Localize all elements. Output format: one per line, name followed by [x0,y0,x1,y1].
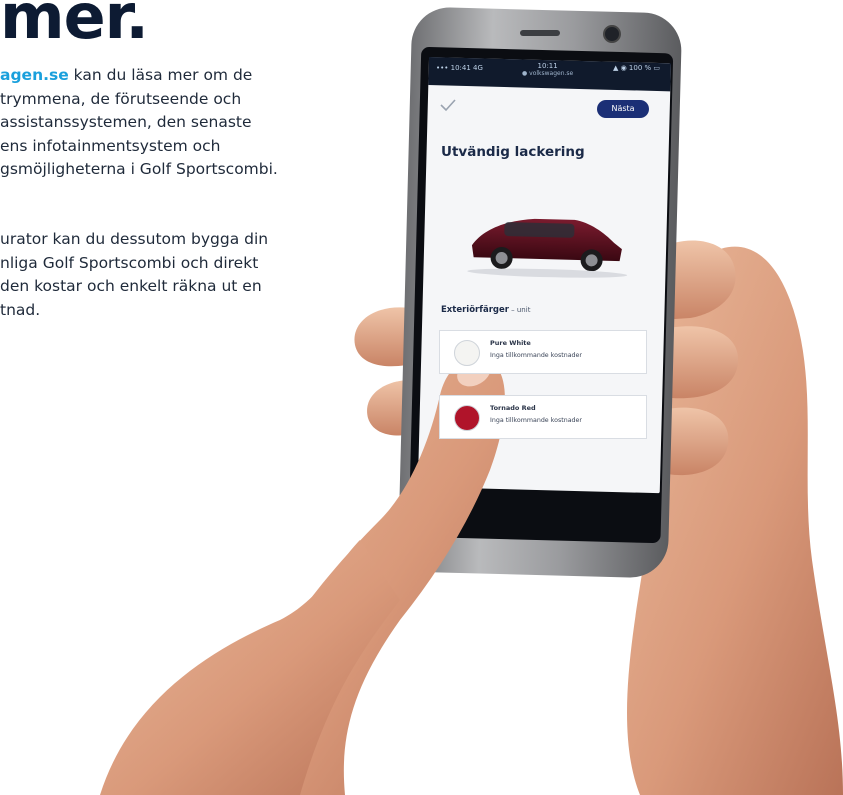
status-time: 10:11 [537,62,558,70]
battery-icon: ▲ ◉ 100 % ▭ [612,64,660,72]
color-cost: Inga tillkommande kostnader [490,352,583,359]
color-option-pure-white[interactable]: Pure White Inga tillkommande kostnader [439,330,647,374]
next-button[interactable]: Nästa [597,100,649,118]
color-option-tornado-red[interactable]: Tornado Red Inga tillkommande kostnader [439,395,647,439]
signal-icon: ••• 10:41 4G [436,64,483,72]
phone-speaker [520,30,560,36]
color-swatch-red [454,405,480,431]
section-label-unit: – unit [508,306,531,314]
hands-holding-phone-illustration [100,7,843,795]
color-cost: Inga tillkommande kostnader [490,417,583,424]
back-checkmark-icon[interactable] [439,98,457,112]
screen-title: Utvändig lackering [441,144,585,160]
configurator-app: Nästa Utvändig lackering Exteriörfärger … [425,90,661,490]
color-name: Tornado Red [490,404,536,412]
phone-camera-icon [603,25,621,43]
exterior-colors-label: Exteriörfärger – unit [441,305,530,315]
color-name: Pure White [490,339,531,347]
browser-url[interactable]: ● volkswagen.se [522,70,573,77]
section-label-text: Exteriörfärger [441,305,509,315]
color-swatch-white [454,340,480,366]
status-clock: 10:11 ● volkswagen.se [522,62,573,77]
phone-status-bar: ••• 10:41 4G 10:11 ● volkswagen.se ▲ ◉ 1… [430,62,662,88]
